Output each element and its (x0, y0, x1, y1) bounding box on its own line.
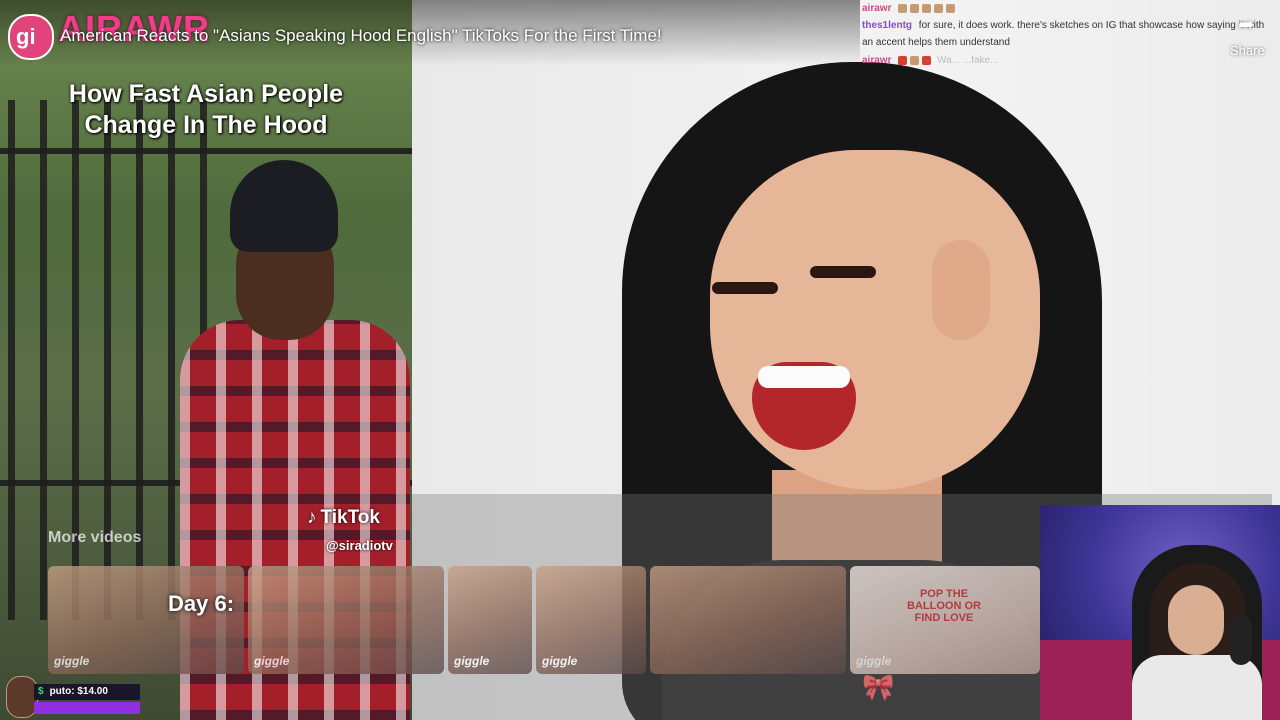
share-button[interactable]: Share (1230, 43, 1265, 58)
chat-message: thes1lentg for sure, it does work. there… (862, 17, 1272, 51)
thumbnail-tag: giggle (254, 654, 290, 668)
chat-username: airawr (862, 3, 892, 14)
chat-username: thes1lentg (862, 20, 913, 31)
video-title[interactable]: American Reacts to "Asians Speaking Hood… (60, 26, 662, 46)
chat-message: airawr (862, 0, 1272, 17)
donation-progress-bar (34, 702, 140, 714)
emote-icon (922, 3, 932, 13)
more-videos-row: giggle giggle giggle giggle POP THE BALL… (48, 566, 1040, 674)
thumbnail-tag: giggle (454, 654, 490, 668)
thumbnail-tag: giggle (542, 654, 578, 668)
donation-amount: $14.00 (77, 686, 108, 697)
donation-text: $ puto: $14.00 (34, 684, 140, 700)
day-label: Day 6: (168, 591, 235, 616)
donor-name: puto (49, 686, 72, 697)
thumbnail-tag: giggle (856, 654, 892, 668)
video-thumbnail[interactable]: giggle (448, 566, 532, 674)
emote-icon (898, 55, 908, 65)
share-arrow-icon[interactable]: ➦ (1238, 12, 1255, 37)
channel-avatar[interactable]: gi (8, 14, 54, 60)
chat-overlay: airawr thes1lentg for sure, it does work… (860, 0, 1280, 72)
tiktok-note-icon: ♪ (307, 507, 317, 528)
dollar-icon: $ (38, 686, 44, 697)
emote-icon (922, 55, 932, 65)
video-thumbnail[interactable]: giggle (48, 566, 244, 674)
chat-message: airawr Wa... ...fake... (862, 52, 1272, 69)
emote-icon (898, 3, 908, 13)
emote-icon (934, 3, 944, 13)
chat-text: for sure, it does work. there's sketches… (862, 20, 1265, 48)
chat-text: Wa... ...fake... (937, 55, 999, 66)
tiktok-handle: @siradiotv (326, 538, 393, 553)
emote-icon (910, 3, 920, 13)
video-thumbnail[interactable]: POP THE BALLOON OR FIND LOVE giggle (850, 566, 1040, 674)
video-thumbnail[interactable]: giggle (248, 566, 444, 674)
emote-icon (910, 55, 920, 65)
video-title-bar: gi AIRAWR American Reacts to "Asians Spe… (0, 0, 860, 66)
video-thumbnail[interactable]: giggle (536, 566, 646, 674)
emote-icon (946, 3, 956, 13)
microphone-icon (1230, 615, 1252, 665)
chat-username: airawr (862, 55, 892, 66)
streamer-webcam (1040, 505, 1280, 720)
tiktok-logo: ♪ TikTok (307, 507, 380, 528)
clip-caption: How Fast Asian People Change In The Hood (68, 80, 344, 139)
video-thumbnail[interactable] (650, 566, 846, 674)
donation-alert: $ puto: $14.00 (0, 674, 150, 720)
thumbnail-tag: giggle (54, 654, 90, 668)
more-videos-label: More videos (48, 529, 142, 546)
thumbnail-title: POP THE BALLOON OR FIND LOVE (907, 588, 981, 624)
